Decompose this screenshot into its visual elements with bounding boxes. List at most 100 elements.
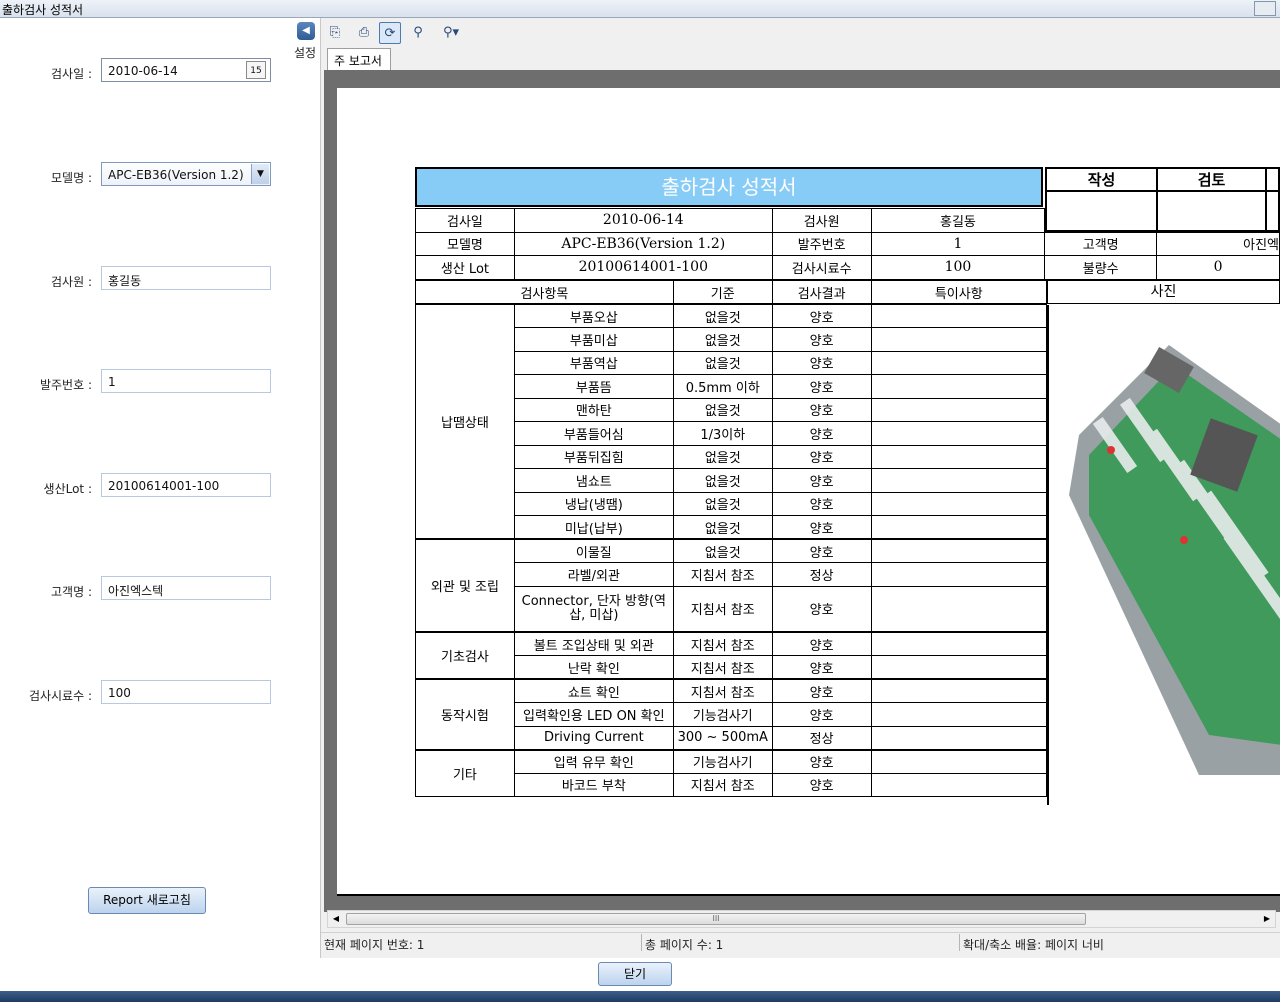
report-header-table: 검사일 2010-06-14 검사원 홍길동 모델명 APC-EB36(Vers…: [415, 208, 1280, 280]
header-spacer: [1045, 209, 1280, 233]
scroll-right-icon[interactable]: ▶: [1260, 912, 1274, 926]
find-icon[interactable]: ⚲: [407, 22, 429, 44]
total-pages-status: 총 페이지 수: 1: [645, 938, 724, 952]
inspection-table: 검사항목 기준 검사결과 특이사항 납땜상태 부품오삽 없을것 양호 부품미삽 없을것 양호…: [415, 280, 1048, 797]
inspect-date-label: 검사일 :: [51, 67, 92, 81]
cell-item: 부품들어심: [513, 421, 674, 446]
calendar-icon[interactable]: 15: [246, 61, 266, 79]
collapse-label: 설정: [294, 46, 317, 60]
inspection-row: 기초검사 볼트 조입상태 및 외관 지침서 참조 양호: [415, 631, 1048, 680]
print-icon[interactable]: ⎙: [353, 22, 375, 44]
customer-field[interactable]: 아진엑스텍: [101, 576, 271, 600]
inspect-date-value: 2010-06-14: [108, 64, 178, 78]
cell-standard: 없을것: [672, 327, 773, 352]
cell-standard: 300 ~ 500mA: [672, 725, 773, 750]
cell-result: 양호: [771, 397, 872, 422]
cell-result: 양호: [771, 515, 872, 540]
sample-count-field[interactable]: 100: [101, 680, 271, 704]
cell-item: 냉납(냉땜): [513, 491, 674, 516]
approval-write-label: 작성: [1044, 167, 1159, 192]
cell-item: 맨하탄: [513, 397, 674, 422]
close-button[interactable]: 닫기: [598, 962, 672, 986]
cell-standard: 기능검사기: [672, 748, 773, 774]
terminal-board-image: [1069, 345, 1280, 775]
model-label: 모델명 :: [51, 171, 92, 185]
inspector-field[interactable]: 홍길동: [101, 266, 271, 290]
inspection-row: 납땜상태 부품오삽 없을것 양호: [415, 303, 1048, 540]
header-label: 검사시료수: [771, 255, 872, 280]
header-label: 고객명: [1044, 231, 1158, 256]
cell-note: [870, 350, 1048, 375]
cell-result: 양호: [771, 327, 872, 352]
inspect-date-field[interactable]: 2010-06-14 15: [101, 58, 271, 82]
customer-label: 고객명 :: [51, 585, 92, 599]
group-name: 외관 및 조립: [415, 538, 515, 633]
scroll-left-icon[interactable]: ◀: [329, 912, 343, 926]
lot-label: 생산Lot :: [43, 482, 92, 496]
cell-result: 양호: [771, 421, 872, 446]
cell-note: [870, 631, 1048, 656]
col-result: 검사결과: [771, 280, 872, 305]
cell-item: Connector, 단자 방향(역삽, 미삽): [513, 585, 674, 633]
cell-note: [870, 421, 1048, 446]
cell-standard: 없을것: [672, 397, 773, 422]
zoom-dropdown-icon[interactable]: ⚲▾: [435, 22, 467, 44]
chevron-down-icon[interactable]: ▼: [251, 164, 269, 184]
cell-note: [870, 444, 1048, 469]
cell-standard: 1/3이하: [672, 421, 773, 446]
close-window-button[interactable]: [1254, 1, 1276, 16]
cell-item: 부품뒤집힘: [513, 444, 674, 469]
cell-item: 쇼트 확인: [513, 678, 674, 703]
cell-result: 양호: [771, 350, 872, 375]
header-value: 0: [1156, 255, 1280, 280]
sample-count-label: 검사시료수 :: [28, 689, 92, 703]
cell-item: 입력확인용 LED ON 확인: [513, 702, 674, 727]
header-label: 발주번호: [771, 231, 872, 256]
report-refresh-button[interactable]: Report 새로고침: [88, 887, 206, 914]
cell-item: 부품미삽: [513, 327, 674, 352]
cell-result: 양호: [771, 702, 872, 727]
lot-field[interactable]: 20100614001-100: [101, 473, 271, 497]
scroll-thumb[interactable]: III: [346, 913, 1086, 925]
header-value: 홍길동: [870, 208, 1046, 233]
cell-result: 양호: [771, 678, 872, 703]
cell-standard: 지침서 참조: [672, 655, 773, 680]
collapse-panel-button[interactable]: ◀: [297, 22, 315, 40]
header-label: 검사원: [771, 208, 872, 233]
cell-item: 부품오삽: [513, 303, 674, 328]
cell-item: 부품뜸: [513, 374, 674, 399]
order-no-field[interactable]: 1: [101, 369, 271, 393]
cell-standard: 없을것: [672, 515, 773, 540]
model-select[interactable]: APC-EB36(Version 1.2) ▼: [101, 162, 271, 186]
inspection-row: 외관 및 조립 이물질 없을것 양호: [415, 538, 1048, 633]
cell-note: [870, 725, 1048, 750]
order-no-label: 발주번호 :: [39, 378, 92, 392]
cell-item: 입력 유무 확인: [513, 748, 674, 774]
cell-result: 양호: [771, 585, 872, 633]
horizontal-scrollbar[interactable]: ◀ III ▶: [327, 910, 1276, 928]
title-bar: 출하검사 성적서: [0, 0, 1280, 18]
col-item: 검사항목: [415, 280, 674, 305]
cell-note: [870, 515, 1048, 540]
model-value: APC-EB36(Version 1.2): [108, 168, 244, 182]
cell-standard: 지침서 참조: [672, 631, 773, 656]
cell-standard: 없을것: [672, 350, 773, 375]
cell-result: 양호: [771, 444, 872, 469]
inspector-label: 검사원 :: [51, 275, 92, 289]
cell-note: [870, 585, 1048, 633]
cell-note: [870, 538, 1048, 563]
cell-result: 양호: [771, 491, 872, 516]
tab-main-report[interactable]: 주 보고서: [327, 48, 391, 70]
refresh-icon[interactable]: ⟳: [379, 22, 401, 44]
photo-label: 사진: [1047, 280, 1280, 304]
inspection-row: 동작시험 쇼트 확인 지침서 참조 양호: [415, 678, 1048, 750]
cell-note: [870, 748, 1048, 774]
header-value: 1: [870, 231, 1046, 256]
col-note: 특이사항: [870, 280, 1048, 305]
current-page-status: 현재 페이지 번호: 1: [324, 938, 425, 952]
cell-item: 볼트 조입상태 및 외관: [513, 631, 674, 656]
inspection-body: 납땜상태 부품오삽 없을것 양호 부품미삽 없을것 양호 부품역삽 없을것 양호 부품뜸 0.5mm …: [415, 303, 1048, 797]
export-icon[interactable]: ⎘: [324, 22, 346, 44]
viewer-toolbar: ⎘ ⎙ ⟳ ⚲ ⚲▾: [321, 18, 1280, 46]
cell-note: [870, 702, 1048, 727]
